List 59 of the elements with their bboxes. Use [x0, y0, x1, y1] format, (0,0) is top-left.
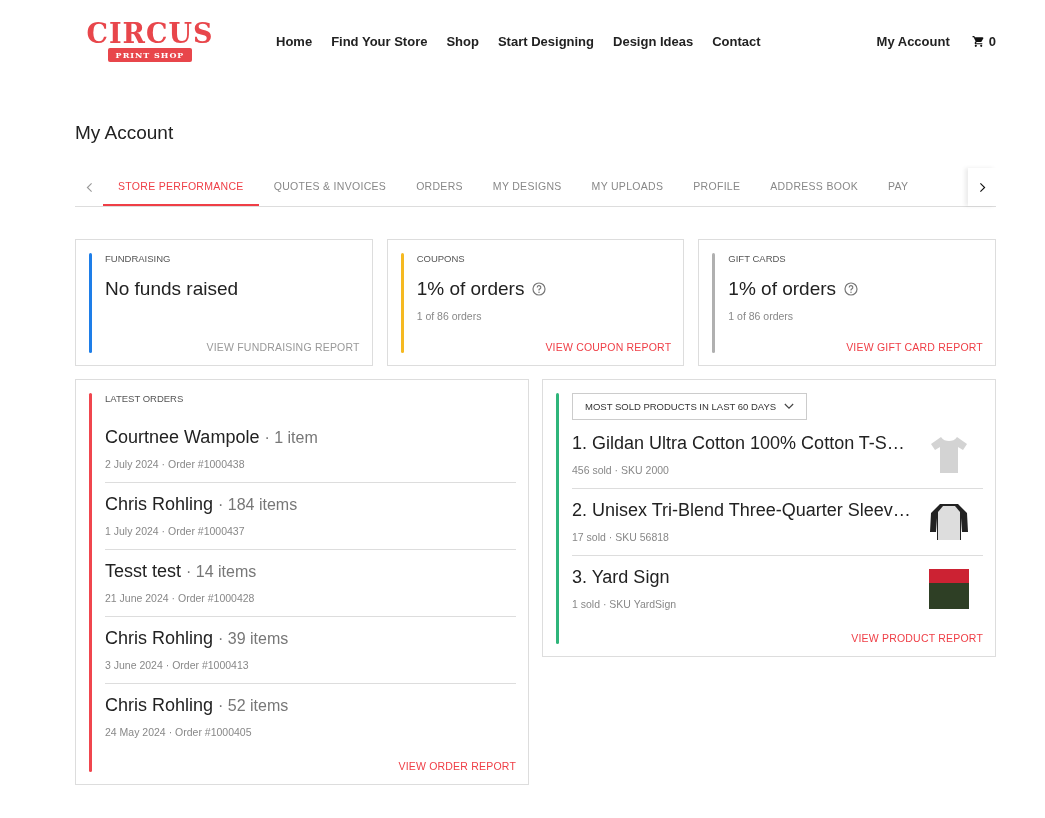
report-link[interactable]: VIEW ORDER REPORT: [398, 750, 516, 772]
chevron-down-icon: [784, 403, 795, 410]
stat-detail: 1 of 86 orders: [416, 310, 483, 322]
chevron-left-icon: [85, 181, 93, 193]
tab[interactable]: ADDRESS BOOK: [755, 168, 873, 206]
tab[interactable]: MY DESIGNS: [477, 168, 577, 206]
stat-value: 1% of orders: [728, 278, 837, 300]
product-name[interactable]: 2. Unisex Tri-Blend Three-Quarter Sleev…: [572, 500, 911, 521]
tshirt-drawing: [929, 434, 969, 475]
order-meta: 1 July 2024 · Order #1000437: [105, 525, 246, 537]
page-title: My Account: [75, 122, 175, 144]
nav-link[interactable]: Design Ideas: [613, 33, 694, 49]
product-meta: 456 sold · SKU 2000: [572, 464, 670, 476]
logo-wordmark: CIRCUS: [86, 20, 214, 48]
logo-tagline: PRINT SHOP: [107, 48, 193, 62]
tab[interactable]: PAY: [872, 168, 924, 206]
logo[interactable]: CIRCUS PRINT SHOP: [80, 20, 220, 62]
cart-link[interactable]: 0: [971, 33, 996, 49]
raglan-shirt-drawing: [929, 501, 969, 542]
nav-link[interactable]: Home: [276, 33, 313, 49]
nav-link[interactable]: Find Your Store: [331, 33, 428, 49]
order-title[interactable]: Chris Rohling · 184 items: [105, 494, 516, 515]
product-name[interactable]: 1. Gildan Ultra Cotton 100% Cotton T-S…: [572, 433, 905, 454]
order-meta: 21 June 2024 · Order #1000428: [105, 592, 256, 604]
report-link[interactable]: VIEW PRODUCT REPORT: [851, 622, 983, 644]
stat-detail: 1 of 86 orders: [728, 310, 795, 322]
order-meta: 2 July 2024 · Order #1000438: [105, 458, 246, 470]
report-link[interactable]: VIEW GIFT CARD REPORT: [846, 331, 983, 353]
stat-label: GIFT CARDS: [728, 253, 787, 264]
cart-icon: [971, 34, 985, 48]
order-title[interactable]: Tesst test · 14 items: [105, 561, 516, 582]
tab[interactable]: QUOTES & INVOICES: [258, 168, 402, 206]
nav-link[interactable]: Contact: [712, 33, 761, 49]
report-link[interactable]: VIEW COUPON REPORT: [545, 331, 672, 353]
order-title[interactable]: Chris Rohling · 52 items: [105, 695, 516, 716]
stat-label: FUNDRAISING: [105, 253, 172, 264]
product-name[interactable]: 3. Yard Sign: [572, 567, 677, 588]
tab[interactable]: ORDERS: [401, 168, 478, 206]
tab[interactable]: PROFILE: [678, 168, 756, 206]
order-meta: 24 May 2024 · Order #1000405: [105, 726, 253, 738]
stat-value: 1% of orders: [416, 278, 525, 300]
nav-link[interactable]: Shop: [446, 33, 479, 49]
product-meta: 1 sold · SKU YardSign: [572, 598, 677, 610]
account-link[interactable]: My Account: [876, 33, 950, 49]
order-title[interactable]: Chris Rohling · 39 items: [105, 628, 516, 649]
stat-value: No funds raised: [105, 278, 239, 300]
help-icon[interactable]: [844, 282, 859, 296]
photo-placeholder: [929, 568, 969, 609]
order-title[interactable]: Courtnee Wampole · 1 item: [105, 427, 516, 448]
product-meta: 17 sold · SKU 56818: [572, 531, 670, 543]
help-icon[interactable]: [532, 282, 547, 296]
nav-link[interactable]: Start Designing: [497, 33, 594, 49]
order-meta: 3 June 2024 · Order #1000413: [105, 659, 250, 671]
stat-label: COUPONS: [416, 253, 466, 264]
period-dropdown[interactable]: MOST SOLD PRODUCTS IN LAST 60 DAYS: [572, 393, 808, 420]
tab[interactable]: MY UPLOADS: [576, 168, 679, 206]
chevron-right-icon: [978, 181, 986, 193]
panel-heading: LATEST ORDERS: [105, 393, 185, 404]
tab[interactable]: STORE PERFORMANCE: [103, 168, 259, 206]
